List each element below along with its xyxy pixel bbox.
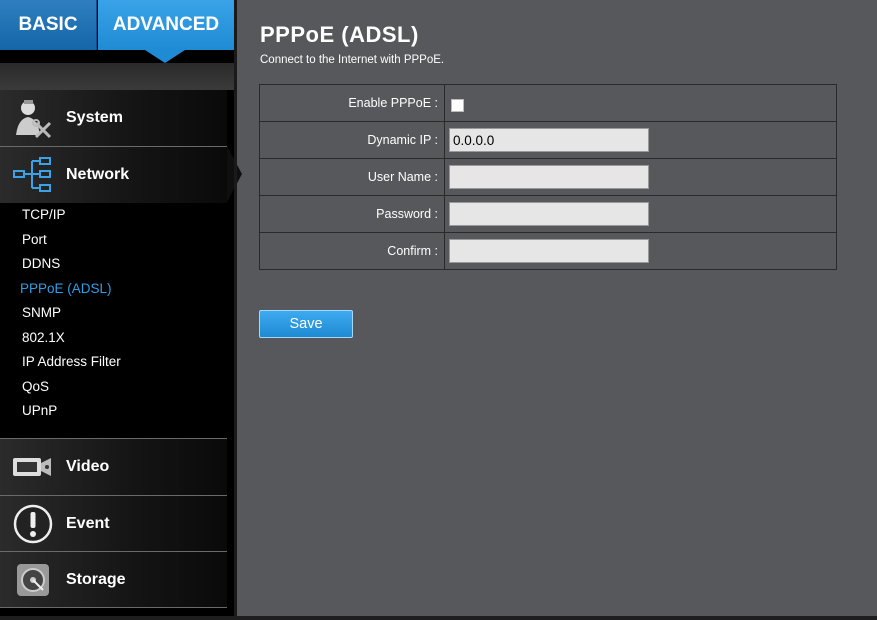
form-row: Enable PPPoE : [259,84,837,122]
sidebar-category-storage[interactable]: Storage [0,552,227,608]
user-name-field[interactable] [449,165,649,189]
sidebar-category-event[interactable]: Event [0,496,227,552]
form-value-cell [444,232,837,270]
video-camera-icon [8,445,58,489]
password-label: Password : [259,195,445,233]
alert-icon [8,502,58,546]
sidebar-item-ip-address-filter[interactable]: IP Address Filter [0,350,227,375]
network-tree-icon [8,153,58,197]
sidebar-category-label: Event [66,515,110,532]
sidebar-item-upnp[interactable]: UPnP [0,399,227,424]
network-subnav: TCP/IP Port DDNS PPPoE (ADSL) SNMP 802.1… [0,203,227,424]
form-value-cell [444,84,837,122]
sidebar-item-pppoe[interactable]: PPPoE (ADSL) [0,277,227,302]
form-row: Dynamic IP : [259,121,837,159]
form-row: Confirm : [259,232,837,270]
dynamic-ip-label: Dynamic IP : [259,121,445,159]
form-value-cell [444,195,837,233]
sidebar-category-label: Video [66,458,110,475]
sidebar: BASIC ADVANCED System Network TCP/IP Por… [0,0,234,620]
sidebar-category-network[interactable]: Network [0,147,227,203]
form-row: Password : [259,195,837,233]
active-tab-indicator [145,50,185,63]
sidebar-item-8021x[interactable]: 802.1X [0,326,227,351]
page-title: PPPoE (ADSL) [260,22,419,47]
sidebar-separator [234,0,237,620]
sidebar-category-label: Network [66,166,130,183]
dynamic-ip-field[interactable] [449,128,649,152]
sidebar-category-label: Storage [66,571,126,588]
sidebar-category-video[interactable]: Video [0,439,227,495]
form-value-cell [444,121,837,159]
save-button[interactable]: Save [259,310,353,338]
enable-pppoe-label: Enable PPPoE : [259,84,445,122]
pppoe-settings-form: Enable PPPoE : Dynamic IP : User Name : … [259,84,837,270]
form-value-cell [444,158,837,196]
sidebar-category-label: System [66,109,123,126]
form-row: User Name : [259,158,837,196]
bottom-border [0,616,877,620]
confirm-password-field[interactable] [449,239,649,263]
sidebar-header-strip [0,63,234,90]
sidebar-item-snmp[interactable]: SNMP [0,301,227,326]
sidebar-category-system[interactable]: System [0,90,227,146]
enable-pppoe-checkbox[interactable] [451,99,464,112]
sidebar-item-ddns[interactable]: DDNS [0,252,227,277]
sidebar-item-port[interactable]: Port [0,228,227,253]
divider [0,607,227,608]
user-name-label: User Name : [259,158,445,196]
sidebar-item-qos[interactable]: QoS [0,375,227,400]
password-field[interactable] [449,202,649,226]
sidebar-item-tcpip[interactable]: TCP/IP [0,203,227,228]
page-subtitle: Connect to the Internet with PPPoE. [260,54,445,66]
tab-basic[interactable]: BASIC [0,0,97,50]
tab-advanced[interactable]: ADVANCED [98,0,234,50]
hard-disk-icon [8,558,58,602]
user-tools-icon [8,96,58,140]
confirm-label: Confirm : [259,232,445,270]
